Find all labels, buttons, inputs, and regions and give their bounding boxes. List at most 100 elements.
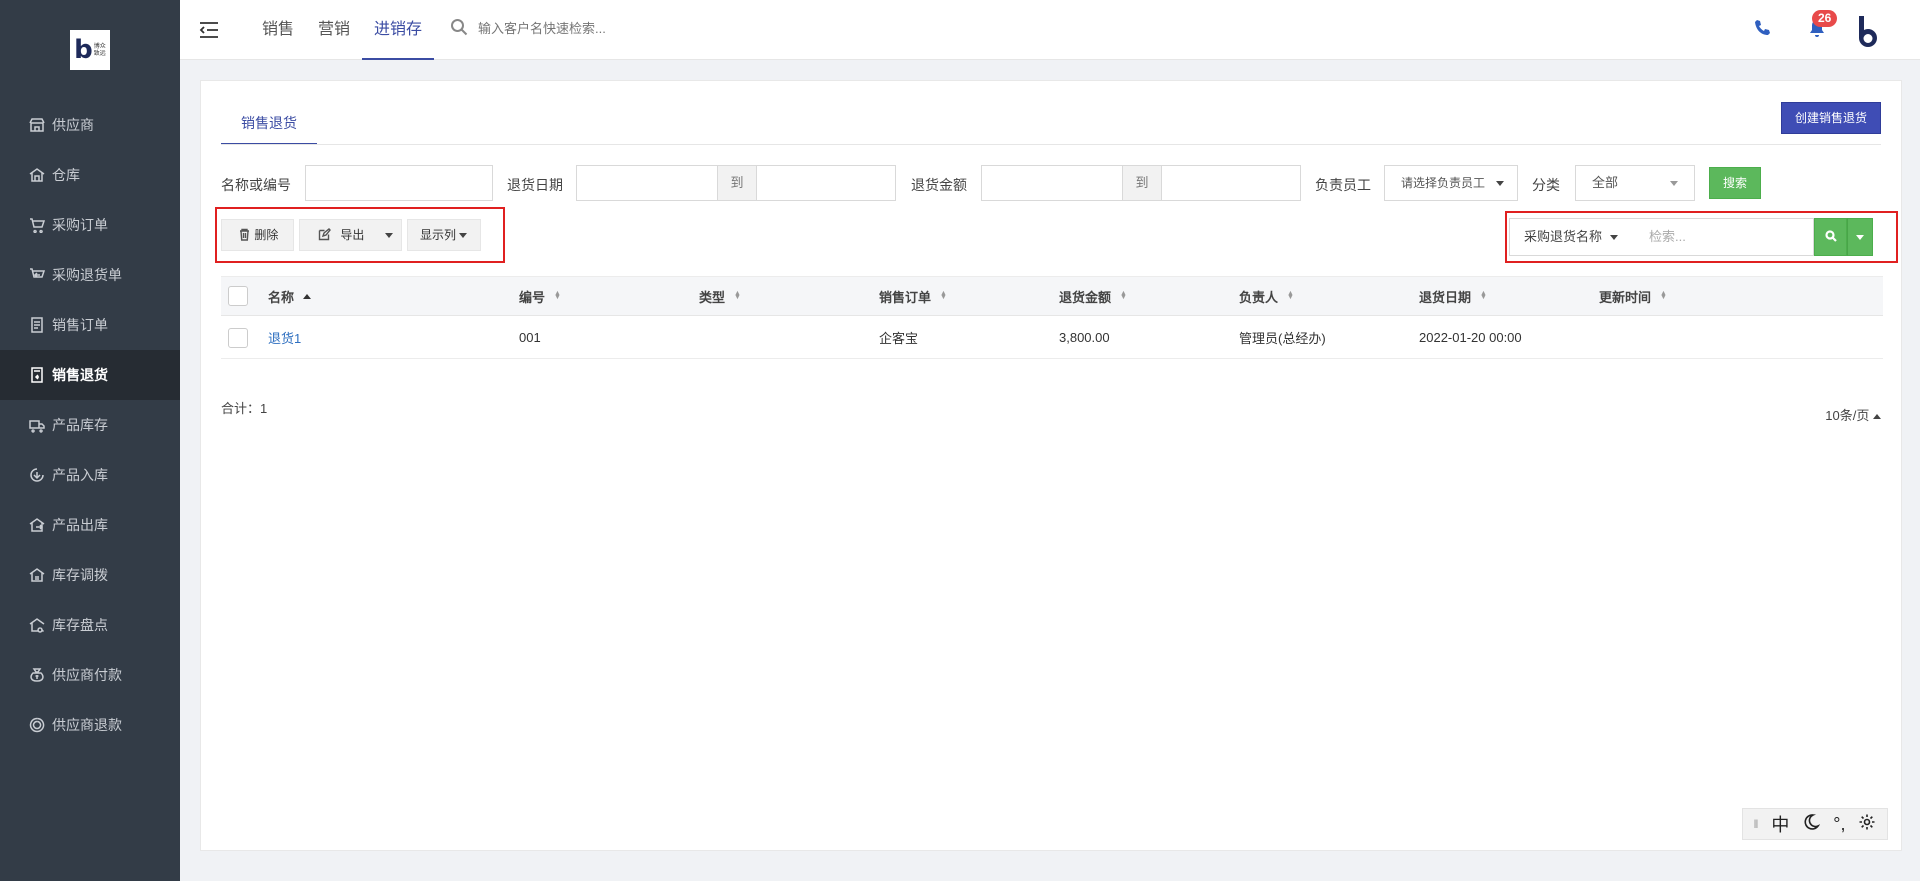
sidebar-item-label: 销售退货 (52, 367, 108, 383)
sidebar-item-label: 采购退货单 (52, 267, 122, 283)
sidebar-item-product-inbound[interactable]: 产品入库 (0, 450, 180, 500)
return-name-link[interactable]: 退货1 (268, 317, 301, 358)
tab-sales[interactable]: 销售 (250, 0, 306, 60)
sidebar-item-suppliers[interactable]: 供应商 (0, 100, 180, 150)
column-header-label: 编号 (519, 289, 546, 305)
sort-icon[interactable]: ▲ ▼ (1120, 290, 1127, 301)
sidebar-item-warehouse[interactable]: 仓库 (0, 150, 180, 200)
sidebar-item-stock-check[interactable]: 库存盘点 (0, 600, 180, 650)
table-header: 名称 编号 ▲ ▼ 类型 ▲ ▼ 销售订单 ▲ ▼ 退货金额 ▲ ▼ 负责人 ▲ ▼ 退货… (221, 276, 1883, 316)
columns-button[interactable]: 显示列 (407, 219, 481, 251)
date-from-input[interactable] (576, 165, 718, 201)
sidebar-item-label: 产品库存 (52, 417, 108, 433)
sidebar-item-product-stock[interactable]: 产品库存 (0, 400, 180, 450)
column-header-label: 类型 (699, 289, 726, 305)
quick-search-input[interactable]: 检索... (1634, 218, 1814, 256)
sidebar-item-purchase-orders[interactable]: 采购订单 (0, 200, 180, 250)
staff-select[interactable]: 请选择负责员工 (1384, 165, 1518, 201)
sidebar-item-label: 销售订单 (52, 317, 108, 333)
sidebar-item-supplier-refund[interactable]: 供应商退款 (0, 700, 180, 750)
column-header-sales-order[interactable]: 销售订单 ▲ ▼ (879, 277, 947, 315)
cell-owner: 管理员(总经办) (1239, 331, 1326, 346)
punctuation-toggle[interactable]: °, (1833, 814, 1845, 835)
column-header-code[interactable]: 编号 ▲ ▼ (519, 277, 561, 315)
cart-icon (28, 216, 46, 234)
category-filter-label: 分类 (1532, 177, 1560, 193)
tab-marketing[interactable]: 营销 (306, 0, 362, 60)
sidebar-item-sales-orders[interactable]: 销售订单 (0, 300, 180, 350)
sidebar-item-label: 采购订单 (52, 217, 108, 233)
list-icon (28, 316, 46, 334)
sort-icon[interactable]: ▲ ▼ (734, 290, 741, 301)
sidebar-item-purchase-returns[interactable]: 采购退货单 (0, 250, 180, 300)
column-header-name[interactable]: 名称 (268, 277, 312, 315)
brand-logo[interactable]: b 博众 致远 (70, 30, 110, 70)
sort-asc-icon[interactable] (303, 293, 312, 299)
chevron-down-icon (1856, 234, 1864, 240)
quick-search-button[interactable] (1814, 218, 1847, 256)
create-sales-return-button[interactable]: 创建销售退货 (1780, 102, 1881, 134)
row-checkbox[interactable] (228, 317, 248, 358)
column-header-label: 销售订单 (879, 289, 932, 305)
sort-icon[interactable]: ▲ ▼ (1287, 290, 1294, 301)
customer-search-input[interactable] (478, 21, 778, 36)
amount-range-separator: 到 (1123, 165, 1161, 201)
column-header-amount[interactable]: 退货金额 ▲ ▼ (1059, 277, 1127, 315)
tab-sales-returns[interactable]: 销售退货 (221, 111, 317, 145)
sidebar-item-stock-transfer[interactable]: 库存调拨 (0, 550, 180, 600)
user-avatar[interactable] (1855, 14, 1883, 48)
export-button[interactable]: 导出 (299, 219, 402, 251)
filter-bar: 名称或编号 退货日期 到 退货金额 到 负责员工 请选择负责员工 分类 全部 搜… (221, 165, 1883, 201)
name-filter-input[interactable] (305, 165, 493, 201)
chevron-down-icon[interactable] (385, 233, 393, 238)
category-select[interactable]: 全部 (1575, 165, 1695, 201)
search-field-select[interactable]: 采购退货名称 (1509, 218, 1635, 256)
date-to-input[interactable] (756, 165, 896, 201)
checkbox[interactable] (228, 286, 248, 306)
column-header-date[interactable]: 退货日期 ▲ ▼ (1419, 277, 1487, 315)
warehouse-icon (28, 166, 46, 184)
table-row[interactable]: 退货1 001 企客宝 3,800.00 管理员(总经办) 2022-01-20… (221, 317, 1883, 359)
phone-icon[interactable] (1753, 18, 1773, 38)
moon-icon[interactable] (1802, 813, 1821, 836)
search-icon[interactable] (450, 18, 468, 39)
column-header-updated[interactable]: 更新时间 ▲ ▼ (1599, 277, 1667, 315)
search-button[interactable]: 搜索 (1709, 167, 1761, 199)
transfer-icon (28, 566, 46, 584)
column-header-label: 负责人 (1239, 289, 1279, 305)
date-filter-label: 退货日期 (507, 177, 563, 193)
sort-icon[interactable]: ▲ ▼ (1660, 290, 1667, 301)
staff-select-value: 请选择负责员工 (1401, 176, 1486, 190)
tab-divider (221, 144, 1881, 145)
amount-to-input[interactable] (1161, 165, 1301, 201)
select-all-checkbox[interactable] (228, 277, 248, 315)
amount-from-input[interactable] (981, 165, 1123, 201)
drag-handle-icon[interactable]: ‖ (1753, 817, 1758, 831)
page-size-select[interactable]: 10条/页 (1825, 405, 1881, 424)
checkbox[interactable] (228, 327, 248, 348)
chevron-down-icon (1670, 181, 1678, 186)
sort-icon[interactable]: ▲ ▼ (940, 290, 947, 301)
sidebar-item-supplier-payment[interactable]: 供应商付款 (0, 650, 180, 700)
chevron-down-icon (1496, 181, 1505, 187)
delete-button[interactable]: 删除 (221, 219, 294, 251)
tab-inventory[interactable]: 进销存 (362, 0, 435, 60)
logo-text-2: 致远 (93, 50, 106, 57)
ime-language-toggle[interactable]: 中 (1771, 811, 1789, 837)
sidebar-item-sales-returns[interactable]: 销售退货 (0, 350, 180, 400)
column-header-owner[interactable]: 负责人 ▲ ▼ (1239, 277, 1294, 315)
top-nav-tabs: 销售 营销 进销存 (250, 0, 435, 60)
inventory-check-icon (28, 616, 46, 634)
column-header-type[interactable]: 类型 ▲ ▼ (699, 277, 741, 315)
logo-text-1: 博众 (93, 43, 106, 50)
sort-icon[interactable]: ▲ ▼ (1480, 290, 1487, 301)
quick-search-dropdown[interactable] (1847, 218, 1873, 256)
gear-icon[interactable] (1858, 813, 1876, 836)
columns-label: 显示列 (420, 228, 457, 242)
sort-icon[interactable]: ▲ ▼ (554, 290, 561, 301)
sidebar-item-product-outbound[interactable]: 产品出库 (0, 500, 180, 550)
sidebar-item-label: 供应商 (52, 117, 94, 133)
menu-collapse-icon[interactable] (198, 20, 220, 40)
search-field-value: 采购退货名称 (1524, 229, 1603, 244)
outbound-icon (28, 516, 46, 534)
